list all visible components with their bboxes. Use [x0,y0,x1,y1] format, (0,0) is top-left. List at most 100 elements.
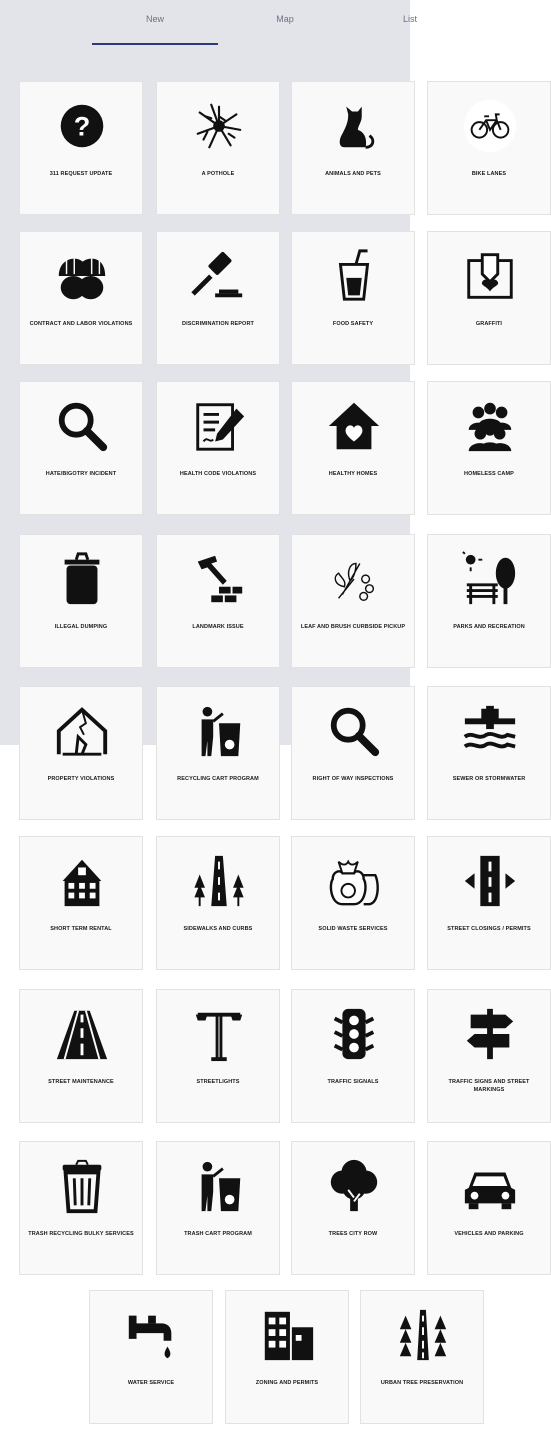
service-tile[interactable]: STREET MAINTENANCE [19,989,143,1123]
service-tile-label: LANDMARK ISSUE [192,624,244,630]
hammer-bricks-icon [189,549,249,609]
trash-can-icon [52,549,112,609]
building-icon [52,851,112,911]
service-tile[interactable]: TRASH RECYCLING BULKY SERVICES [19,1141,143,1275]
spray-wall-icon [460,246,520,306]
service-tile-label: TRAFFIC SIGNS AND STREET MARKINGS [448,1079,530,1093]
service-tile-label: TRASH RECYCLING BULKY SERVICES [28,1231,134,1237]
service-tile-label: A POTHOLE [201,171,235,177]
tree-icon [324,1156,384,1216]
service-tile[interactable]: SHORT TERM RENTAL [19,836,143,970]
service-tile[interactable]: URBAN TREE PRESERVATION [360,1290,484,1424]
house-heart-icon [324,396,384,456]
service-tile[interactable]: VEHICLES AND PARKING [427,1141,551,1275]
tab-list[interactable]: List [370,14,450,24]
buildings-icon [258,1305,318,1365]
service-tile-label: TREES CITY ROW [328,1231,378,1237]
road-icon [52,1004,112,1064]
service-tile-label: RECYCLING CART PROGRAM [177,776,259,782]
service-tile-label: WATER SERVICE [127,1380,175,1386]
service-tile[interactable]: ? 311 REQUEST UPDATE [19,81,143,215]
svg-text:?: ? [74,112,91,142]
service-tile-label: STREET MAINTENANCE [48,1079,114,1085]
service-tile-label: URBAN TREE PRESERVATION [380,1380,464,1386]
service-tile[interactable]: STREET CLOSINGS / PERMITS [427,836,551,970]
service-tile[interactable]: SEWER OR STORMWATER [427,686,551,820]
trash-bin-icon [52,1156,112,1216]
service-tile-label: HOMELESS CAMP [464,471,514,477]
magnifier-icon [324,701,384,761]
service-tile[interactable]: LEAF AND BRUSH CURBSIDE PICKUP [291,534,415,668]
service-tile-label: TRAFFIC SIGNALS [327,1079,379,1085]
service-tile[interactable]: HOMELESS CAMP [427,381,551,515]
service-tile-label: SIDEWALKS AND CURBS [183,926,253,932]
service-tile[interactable]: LANDMARK ISSUE [156,534,280,668]
service-tile-label: STREET CLOSINGS / PERMITS [447,926,531,932]
tab-map[interactable]: Map [245,14,325,24]
service-tile[interactable]: WATER SERVICE [89,1290,213,1424]
service-tile-label: 311 REQUEST UPDATE [49,171,113,177]
recycle-bin-person-icon [189,701,249,761]
service-tile[interactable]: SIDEWALKS AND CURBS [156,836,280,970]
service-tile[interactable]: TRASH CART PROGRAM [156,1141,280,1275]
service-tile[interactable]: TREES CITY ROW [291,1141,415,1275]
service-tile[interactable]: HEALTHY HOMES [291,381,415,515]
service-tile[interactable]: DISCRIMINATION REPORT [156,231,280,365]
service-tile[interactable]: HEALTH CODE VIOLATIONS [156,381,280,515]
service-tile-label: HEALTH CODE VIOLATIONS [179,471,257,477]
service-tile[interactable]: ZONING AND PERMITS [225,1290,349,1424]
bicycle-icon [460,96,520,156]
streetlight-icon [189,1004,249,1064]
service-tile-label: VEHICLES AND PARKING [454,1231,524,1237]
service-tile[interactable]: CONTRACT AND LABOR VIOLATIONS [19,231,143,365]
service-tile[interactable]: SOLID WASTE SERVICES [291,836,415,970]
service-tile-label: BIKE LANES [471,171,507,177]
broken-house-icon [52,701,112,761]
service-tile-label: PARKS AND RECREATION [453,624,525,630]
drink-cup-icon [324,246,384,306]
garbage-bags-icon [324,851,384,911]
service-tile[interactable]: PROPERTY VIOLATIONS [19,686,143,820]
service-tile[interactable]: GRAFFITI [427,231,551,365]
service-tile-label: SOLID WASTE SERVICES [318,926,388,932]
service-tile-label: ANIMALS AND PETS [325,171,381,177]
service-tile-label: ZONING AND PERMITS [255,1380,319,1386]
service-tile-label: RIGHT OF WAY INSPECTIONS [312,776,394,782]
pothole-crack-icon [189,96,249,156]
service-tile-label: ILLEGAL DUMPING [54,624,108,630]
park-bench-icon [460,549,520,609]
traffic-light-icon [324,1004,384,1064]
service-tile-label: GRAFFITI [475,321,503,327]
service-tile[interactable]: TRAFFIC SIGNS AND STREET MARKINGS [427,989,551,1123]
road-arrows-icon [460,851,520,911]
cat-icon [324,96,384,156]
service-tile-label: PROPERTY VIOLATIONS [47,776,115,782]
service-tile-label: SHORT TERM RENTAL [50,926,112,932]
service-tile[interactable]: ANIMALS AND PETS [291,81,415,215]
road-trees-icon [189,851,249,911]
tree-road-icon [393,1305,453,1365]
sewer-pipe-icon [460,701,520,761]
leaves-icon [324,549,384,609]
service-tile[interactable]: TRAFFIC SIGNALS [291,989,415,1123]
service-tile-label: LEAF AND BRUSH CURBSIDE PICKUP [300,624,406,630]
faucet-icon [122,1305,182,1365]
service-tile-label: STREETLIGHTS [196,1079,240,1085]
hard-hats-icon [52,246,112,306]
recycle-bin-person-icon [189,1156,249,1216]
service-tile-label: CONTRACT AND LABOR VIOLATIONS [29,321,133,327]
service-tile[interactable]: RIGHT OF WAY INSPECTIONS [291,686,415,820]
service-tile[interactable]: PARKS AND RECREATION [427,534,551,668]
service-tile[interactable]: FOOD SAFETY [291,231,415,365]
service-tile[interactable]: HATE/BIGOTRY INCIDENT [19,381,143,515]
service-tile[interactable]: A POTHOLE [156,81,280,215]
service-tile-label: TRASH CART PROGRAM [184,1231,252,1237]
magnifier-icon [52,396,112,456]
service-tile[interactable]: ILLEGAL DUMPING [19,534,143,668]
tab-new[interactable]: New [115,14,195,24]
service-tile[interactable]: RECYCLING CART PROGRAM [156,686,280,820]
service-tile[interactable]: STREETLIGHTS [156,989,280,1123]
car-icon [460,1156,520,1216]
service-tile[interactable]: BIKE LANES [427,81,551,215]
service-tile-label: DISCRIMINATION REPORT [182,321,254,327]
